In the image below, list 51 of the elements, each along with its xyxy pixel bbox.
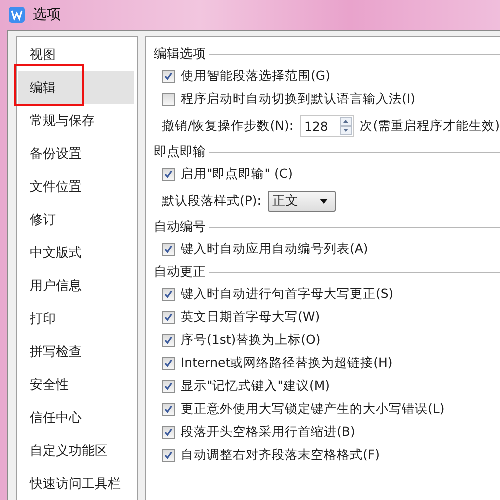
sidebar-item[interactable]: 拼写检查 <box>18 335 134 368</box>
field-label: 默认段落样式(P): <box>162 192 262 210</box>
sidebar-item[interactable]: 视图 <box>18 38 134 71</box>
sidebar-item[interactable]: 自定义功能区 <box>18 434 134 467</box>
checkbox-label: Internet或网络路径替换为超链接(H) <box>181 355 393 372</box>
checkbox-label: 键入时自动进行句首字母大写更正(S) <box>181 286 394 303</box>
section-title: 自动更正 <box>154 264 206 281</box>
checkbox[interactable] <box>162 93 175 106</box>
sidebar-item[interactable]: 安全性 <box>18 368 134 401</box>
checkbox[interactable] <box>162 426 175 439</box>
checkbox[interactable] <box>162 243 175 256</box>
sidebar-item[interactable]: 备份设置 <box>18 137 134 170</box>
checkbox-label: 段落开头空格采用行首缩进(B) <box>181 424 356 441</box>
field-label: 撤销/恢复操作步数(N): <box>162 118 294 134</box>
checkbox-label: 显示"记忆式键入"建议(M) <box>181 378 330 395</box>
checkbox[interactable] <box>162 380 175 393</box>
sidebar-item[interactable]: 常规与保存 <box>18 104 134 137</box>
sidebar-item[interactable]: 信任中心 <box>18 401 134 434</box>
section-title: 编辑选项 <box>154 46 206 63</box>
checkbox[interactable] <box>162 334 175 347</box>
checkbox-label: 键入时自动应用自动编号列表(A) <box>181 241 368 258</box>
checkbox[interactable] <box>162 403 175 416</box>
checkbox-label: 程序启动时自动切换到默认语言输入法(I) <box>181 91 416 108</box>
sidebar-item[interactable]: 快速访问工具栏 <box>18 467 134 500</box>
checkbox-label: 自动调整右对齐段落末空格格式(F) <box>181 447 380 464</box>
section-title: 即点即输 <box>154 144 206 161</box>
caret-icon <box>320 198 328 204</box>
sidebar-item[interactable]: 修订 <box>18 203 134 236</box>
sidebar-item[interactable]: 编辑 <box>18 71 134 104</box>
spin-buttons-icon[interactable] <box>340 117 352 135</box>
checkbox-label: 序号(1st)替换为上标(O) <box>181 332 321 349</box>
checkbox[interactable] <box>162 449 175 462</box>
number-field[interactable]: 128 <box>300 115 354 137</box>
field-note: 次(需重启程序才能生效) <box>360 118 500 134</box>
checkbox[interactable] <box>162 70 175 83</box>
sidebar-item[interactable]: 打印 <box>18 302 134 335</box>
window-title: 选项 <box>33 6 61 24</box>
sidebar-item[interactable]: 文件位置 <box>18 170 134 203</box>
checkbox-label: 使用智能段落选择范围(G) <box>181 68 330 85</box>
checkbox[interactable] <box>162 357 175 370</box>
checkbox-label: 英文日期首字母大写(W) <box>181 309 320 326</box>
checkbox[interactable] <box>162 168 175 181</box>
sidebar-item[interactable]: 中文版式 <box>18 236 134 269</box>
checkbox[interactable] <box>162 311 175 324</box>
checkbox-label: 启用"即点即输" (C) <box>181 166 293 183</box>
checkbox-label: 更正意外使用大写锁定键产生的大小写错误(L) <box>181 401 445 418</box>
style-dropdown[interactable]: 正文 <box>268 190 336 212</box>
app-logo-icon <box>9 7 25 23</box>
checkbox[interactable] <box>162 288 175 301</box>
section-title: 自动编号 <box>154 219 206 236</box>
sidebar-item[interactable]: 用户信息 <box>18 269 134 302</box>
